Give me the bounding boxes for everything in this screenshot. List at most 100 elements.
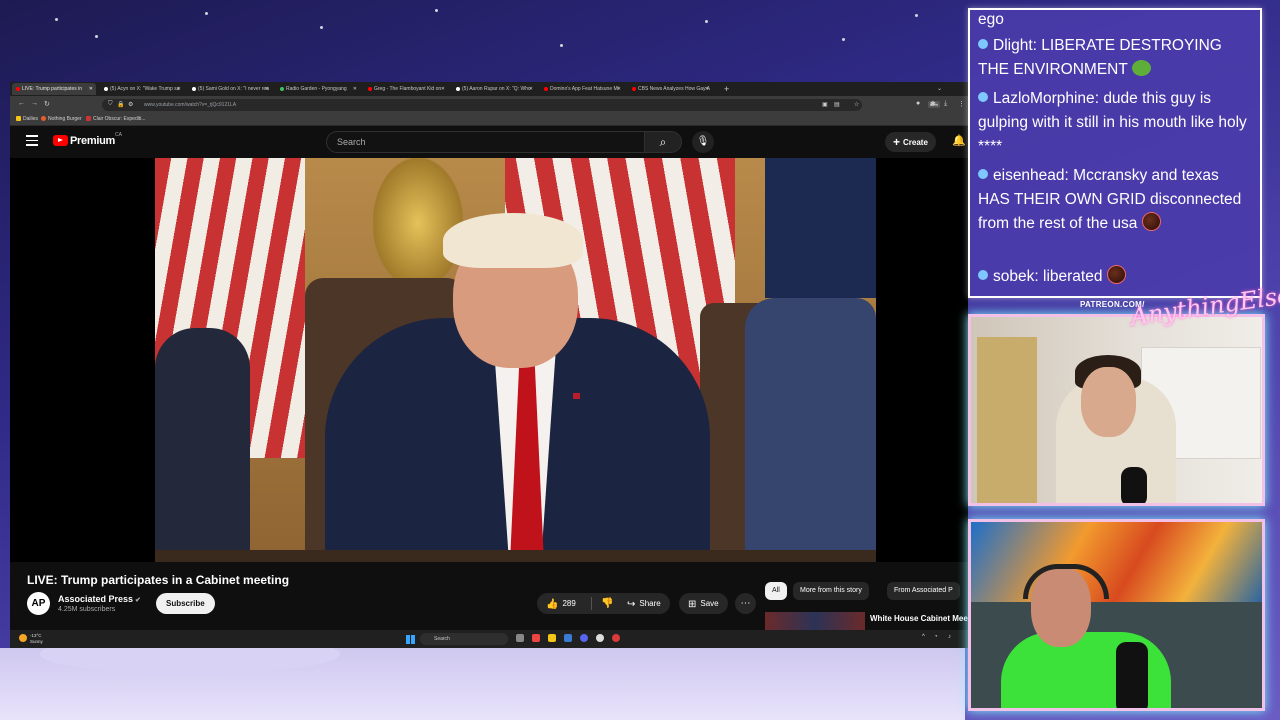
url-text: www.youtube.com/watch?v=_tjQc9121LA <box>144 102 237 108</box>
create-button[interactable]: + Create <box>885 132 936 152</box>
related-video-title[interactable]: White House Cabinet Mee <box>870 614 968 623</box>
back-icon[interactable]: ← <box>18 100 25 107</box>
close-icon[interactable]: ✕ <box>353 83 357 95</box>
video-frame <box>155 158 876 562</box>
notifications-bell-icon[interactable]: 🔔 <box>952 134 966 147</box>
chat-username: Dlight <box>993 37 1033 54</box>
share-button[interactable]: ↪ Share <box>618 593 670 614</box>
network-icon[interactable]: ◔ <box>934 634 938 640</box>
save-label: Save <box>700 599 719 608</box>
extensions-puzzle-icon[interactable]: ✱ <box>930 100 936 108</box>
tray-chevron-icon[interactable]: ^ <box>922 634 925 640</box>
reader-icon[interactable]: ▤ <box>834 101 840 108</box>
file-explorer-icon[interactable] <box>548 634 556 642</box>
close-icon[interactable]: ✕ <box>177 83 181 95</box>
forward-icon[interactable]: → <box>31 100 38 107</box>
tab-label: (5) Acyn on X: "Wake Trump sa <box>110 86 180 92</box>
app-icon[interactable] <box>612 634 620 642</box>
browser-icon[interactable] <box>532 634 540 642</box>
screenshot-icon[interactable]: ▣ <box>822 101 828 108</box>
like-thumb-icon[interactable]: 👍 <box>546 599 558 610</box>
subscriber-count: 4.25M subscribers <box>58 606 116 613</box>
task-view-icon[interactable] <box>516 634 524 642</box>
close-icon[interactable]: ✕ <box>705 83 709 95</box>
channel-avatar[interactable]: AP <box>27 592 50 615</box>
more-actions-button[interactable]: ⋯ <box>735 593 756 614</box>
chat-partial-line: ego <box>978 10 1250 32</box>
weather-widget[interactable]: -13°C Sunny <box>30 633 43 645</box>
bookshelf <box>977 337 1037 503</box>
close-icon[interactable]: ✕ <box>617 83 621 95</box>
obs-icon[interactable] <box>596 634 604 642</box>
tab-list-chevron-icon[interactable]: ⌄ <box>937 82 942 96</box>
app-icon[interactable] <box>564 634 572 642</box>
reload-icon[interactable]: ↻ <box>44 100 50 108</box>
bookmark-item[interactable]: Clair Obscur: Expediti... <box>86 114 146 125</box>
close-icon[interactable]: ✕ <box>89 83 93 95</box>
address-bar: ← → ↻ ⛉ 🔒 ⚙ www.youtube.com/watch?v=_tjQ… <box>10 96 968 114</box>
discord-icon[interactable] <box>580 634 588 642</box>
bookmark-item[interactable]: Nothing Burger <box>41 114 82 125</box>
hamburger-menu-icon[interactable] <box>26 135 38 149</box>
extension-icon[interactable]: ● <box>916 100 920 107</box>
windows-taskbar: -13°C Sunny Search ^ ◔ ♪ <box>10 630 968 648</box>
browser-tab[interactable]: CBS News Analyzes How Gay A ✕ <box>628 83 712 95</box>
bookmark-item[interactable]: Dailies <box>16 114 38 125</box>
volume-icon[interactable]: ♪ <box>948 634 951 640</box>
weather-sun-icon[interactable] <box>19 634 27 642</box>
tab-label: Radio Garden - Pyongyang <box>286 86 347 92</box>
voice-search-button[interactable]: 🎙 <box>692 131 714 153</box>
site-settings-icon[interactable]: ⚙ <box>128 101 133 108</box>
chip-from-channel[interactable]: From Associated P <box>887 582 960 600</box>
share-arrow-icon: ↪ <box>627 599 636 610</box>
close-icon[interactable]: ✕ <box>441 83 445 95</box>
chat-message: eisenhead: Mccransky and texas HAS THEIR… <box>978 167 1242 232</box>
background-star <box>95 35 98 38</box>
related-video-thumbnail[interactable] <box>765 612 865 630</box>
video-player[interactable] <box>10 158 968 562</box>
like-count[interactable]: 289 <box>562 599 575 608</box>
browser-tab[interactable]: (5) Aaron Rupar on X: "Q: Who ✕ <box>452 83 536 95</box>
tab-bar: LIVE: Trump participates in ✕ (5) Acyn on… <box>10 82 968 96</box>
downloads-icon[interactable]: ⤓ <box>944 100 947 108</box>
bookmark-star-icon[interactable]: ☆ <box>854 101 859 108</box>
microphone <box>1121 467 1147 503</box>
ball-emote-icon <box>1141 212 1161 231</box>
search-input[interactable]: Search <box>326 131 644 153</box>
chip-more-from-story[interactable]: More from this story <box>793 582 869 600</box>
browser-tab[interactable]: Greg - The Flamboyant Kid on ✕ <box>364 83 448 95</box>
browser-tab[interactable]: (5) Acyn on X: "Wake Trump sa ✕ <box>100 83 184 95</box>
windows-start-icon[interactable] <box>406 635 415 644</box>
person-right <box>745 298 876 562</box>
browser-tab[interactable]: Domino's App Feat Hatsune Mi ✕ <box>540 83 624 95</box>
wall-mural <box>971 522 1262 602</box>
browser-tab[interactable]: Radio Garden - Pyongyang ✕ <box>276 83 360 95</box>
bookmark-label: Dailies <box>23 116 39 122</box>
person-left <box>155 328 250 562</box>
tab-favicon-icon <box>16 86 20 91</box>
tab-favicon-icon <box>368 86 372 91</box>
url-field[interactable]: ⛉ 🔒 ⚙ www.youtube.com/watch?v=_tjQc9121L… <box>102 99 941 111</box>
dislike-thumb-icon[interactable]: 👎 <box>601 593 613 614</box>
youtube-premium-logo[interactable]: Premium <box>70 135 115 147</box>
channel-name[interactable]: Associated Press ✔ <box>58 594 141 604</box>
browser-tab[interactable]: LIVE: Trump participates in ✕ <box>12 83 96 95</box>
close-icon[interactable]: ✕ <box>529 83 533 95</box>
taskbar-search[interactable]: Search <box>420 633 508 645</box>
save-button[interactable]: ⊞ Save <box>679 593 728 614</box>
browser-tab[interactable]: (5) Sami Gold on X: "I never rea ✕ <box>188 83 272 95</box>
menu-icon[interactable]: ⋮ <box>958 100 965 108</box>
chip-all[interactable]: All <box>765 582 787 600</box>
subscribe-button[interactable]: Subscribe <box>156 593 215 614</box>
chat-message: Dlight: LIBERATE DESTROYING THE ENVIRONM… <box>978 37 1222 78</box>
chat-text: liberated <box>1043 268 1103 285</box>
chat-username: sobek <box>993 268 1035 285</box>
more-dots-icon: ⋯ <box>740 598 751 609</box>
youtube-logo-icon[interactable] <box>53 135 68 146</box>
microphone <box>1116 642 1148 708</box>
background-star <box>705 20 708 23</box>
search-button[interactable]: ⌕ <box>644 131 682 153</box>
new-tab-button[interactable]: + <box>724 82 729 96</box>
chat-badge-icon <box>978 169 988 179</box>
close-icon[interactable]: ✕ <box>265 83 269 95</box>
